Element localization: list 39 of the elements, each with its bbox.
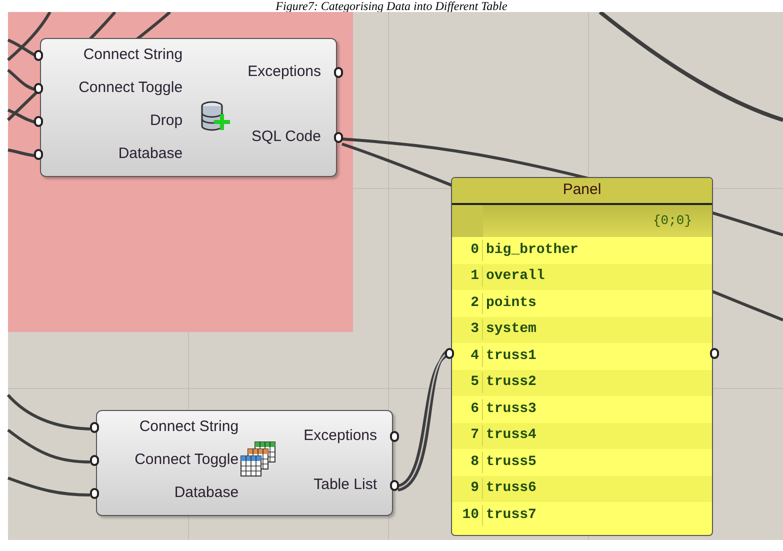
input-label: Connect Toggle: [78, 79, 183, 97]
figure-caption: Figure7: Categorising Data into Different Table: [276, 0, 508, 12]
item-value: big_brother: [485, 240, 578, 260]
input-label: Database: [118, 145, 183, 163]
output-label: Table List: [314, 476, 377, 494]
item-index: 1: [452, 266, 483, 288]
item-index: 2: [452, 292, 483, 314]
item-index: 6: [452, 398, 483, 420]
item-index: 7: [452, 425, 483, 446]
item-value: truss5: [485, 452, 536, 472]
item-value: truss3: [485, 400, 536, 419]
item-index: 8: [452, 452, 483, 473]
item-value: system: [485, 320, 536, 340]
item-value: points: [485, 294, 536, 313]
item-index: 3: [452, 319, 483, 340]
item-value: overall: [485, 267, 545, 286]
output-label: SQL Code: [252, 128, 321, 146]
output-label: Exceptions: [248, 63, 321, 81]
item-value: truss4: [485, 426, 536, 446]
item-value: truss6: [485, 479, 536, 498]
input-label: Database: [174, 484, 239, 502]
input-label: Connect String: [139, 418, 239, 436]
data-path: {0;0}: [652, 212, 692, 230]
panel[interactable]: Panel {0;0} 0 big_brother 1 overall 2 points 3 system 4 truss1 5 truss2 6 truss3 7 truss4 8 truss5 9 truss6 10 truss7: [451, 177, 713, 536]
input-label: Drop: [150, 112, 183, 130]
item-index: 0: [452, 240, 483, 261]
item-index: 10: [452, 504, 483, 526]
item-value: truss2: [485, 373, 536, 392]
output-label: Exceptions: [304, 427, 377, 445]
component-node[interactable]: [96, 410, 393, 516]
input-label: Connect Toggle: [134, 451, 239, 469]
component-node[interactable]: [40, 38, 337, 177]
item-index: 9: [452, 478, 483, 500]
input-label: Connect String: [83, 46, 183, 64]
item-value: truss7: [485, 506, 536, 525]
item-value: truss1: [485, 346, 536, 366]
tables-icon: [239, 440, 277, 478]
item-index: 5: [452, 372, 483, 394]
panel-title: Panel: [452, 178, 712, 205]
